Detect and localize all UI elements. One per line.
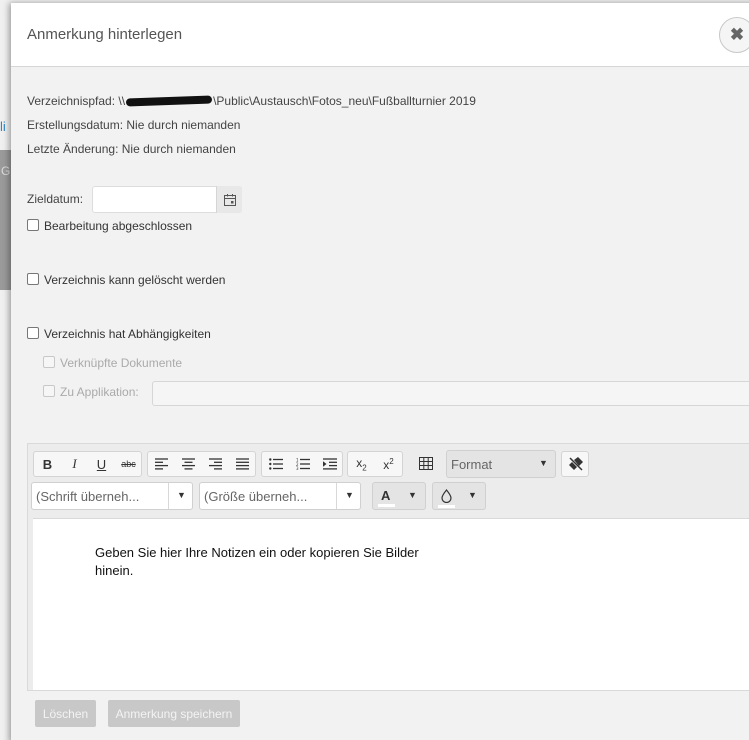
svg-text:3: 3 <box>296 466 299 470</box>
eraser-icon <box>568 457 583 471</box>
clear-format-group <box>561 451 589 477</box>
indent-icon <box>322 458 337 470</box>
chevron-down-icon: ▼ <box>345 490 354 500</box>
editor-content-area[interactable]: Geben Sie hier Ihre Notizen ein oder kop… <box>33 518 749 690</box>
directory-path-value: \Public\Austausch\Fotos_neu\Fußballturni… <box>213 94 476 108</box>
superscript-icon: x2 <box>383 456 394 472</box>
editor-placeholder: Geben Sie hier Ihre Notizen ein oder kop… <box>95 545 419 578</box>
target-date-label: Zieldatum: <box>27 192 84 206</box>
creation-date: Erstellungsdatum: Nie durch niemanden <box>27 118 241 132</box>
application-input[interactable] <box>152 381 749 406</box>
font-color-swatch <box>378 504 395 507</box>
numbered-list-button[interactable]: 123 <box>289 452 316 476</box>
directory-path: Verzeichnispfad: \\ \Public\Austausch\Fot… <box>27 94 476 108</box>
annotation-modal: Anmerkung hinterlegen ✖ Verzeichnispfad:… <box>11 3 749 740</box>
rich-text-editor: B I U abc 123 x2 x2 Format ▼ (Schrift üb… <box>27 443 749 691</box>
close-icon: ✖ <box>729 25 745 44</box>
subscript-icon: x2 <box>356 455 367 473</box>
script-group: x2 x2 <box>347 451 403 477</box>
numbered-list-icon: 123 <box>296 458 310 470</box>
modal-title: Anmerkung hinterlegen <box>27 26 183 43</box>
save-annotation-button[interactable]: Anmerkung speichern <box>108 700 240 727</box>
chevron-down-icon: ▼ <box>468 490 477 500</box>
chevron-down-icon: ▼ <box>177 490 186 500</box>
background-link: li <box>0 119 6 134</box>
last-change: Letzte Änderung: Nie durch niemanden <box>27 142 236 156</box>
font-color-icon: A <box>381 488 391 503</box>
background-letter: G <box>1 164 11 178</box>
align-right-icon <box>209 458 222 470</box>
clear-format-button[interactable] <box>562 452 589 476</box>
bullet-list-icon <box>268 458 283 470</box>
font-size-value: (Größe überneh... <box>204 489 308 504</box>
font-color-picker[interactable]: A ▼ <box>372 482 426 510</box>
indent-button[interactable] <box>316 452 343 476</box>
done-checkbox-label: Bearbeitung abgeschlossen <box>44 219 193 233</box>
text-style-group: B I U abc <box>33 451 142 477</box>
subscript-button[interactable]: x2 <box>348 452 375 476</box>
linked-docs-checkbox[interactable] <box>43 356 55 368</box>
font-family-value: (Schrift überneh... <box>36 489 140 504</box>
redacted-server-name <box>125 95 213 107</box>
font-family-select[interactable]: (Schrift überneh... ▼ <box>31 482 193 510</box>
table-icon <box>419 457 433 470</box>
background-color-swatch <box>438 505 455 508</box>
calendar-icon <box>223 193 236 206</box>
table-button[interactable] <box>413 452 440 476</box>
align-center-icon <box>182 458 195 470</box>
chevron-down-icon: ▼ <box>539 458 548 468</box>
linked-docs-checkbox-label: Verknüpfte Dokumente <box>60 356 183 370</box>
delete-button[interactable]: Löschen <box>35 700 96 727</box>
done-checkbox[interactable] <box>27 219 39 231</box>
dependencies-checkbox-label: Verzeichnis hat Abhängigkeiten <box>44 327 211 341</box>
list-group: 123 <box>261 451 343 477</box>
application-checkbox[interactable] <box>43 385 55 397</box>
align-center-button[interactable] <box>175 452 202 476</box>
background-color-picker[interactable]: ▼ <box>432 482 486 510</box>
align-right-button[interactable] <box>202 452 229 476</box>
italic-button[interactable]: I <box>61 452 88 476</box>
directory-path-label: Verzeichnispfad: \\ <box>27 94 126 108</box>
font-size-select[interactable]: (Größe überneh... ▼ <box>199 482 361 510</box>
fill-drop-icon <box>441 489 452 503</box>
strikethrough-button[interactable]: abc <box>115 452 142 476</box>
calendar-button[interactable] <box>216 186 242 213</box>
chevron-down-icon: ▼ <box>408 490 417 500</box>
deletable-checkbox-label: Verzeichnis kann gelöscht werden <box>44 273 226 287</box>
bold-button[interactable]: B <box>34 452 61 476</box>
dependencies-checkbox[interactable] <box>27 327 39 339</box>
close-button[interactable]: ✖ <box>719 17 749 53</box>
align-left-icon <box>155 458 168 470</box>
alignment-group <box>147 451 256 477</box>
superscript-button[interactable]: x2 <box>375 452 402 476</box>
format-select[interactable]: Format ▼ <box>446 450 556 478</box>
align-justify-button[interactable] <box>229 452 256 476</box>
bullet-list-button[interactable] <box>262 452 289 476</box>
align-justify-icon <box>236 458 249 470</box>
align-left-button[interactable] <box>148 452 175 476</box>
format-select-value: Format <box>451 457 493 472</box>
underline-button[interactable]: U <box>88 452 115 476</box>
modal-header: Anmerkung hinterlegen ✖ <box>11 3 749 67</box>
application-checkbox-label: Zu Applikation: <box>60 385 139 399</box>
deletable-checkbox[interactable] <box>27 273 39 285</box>
